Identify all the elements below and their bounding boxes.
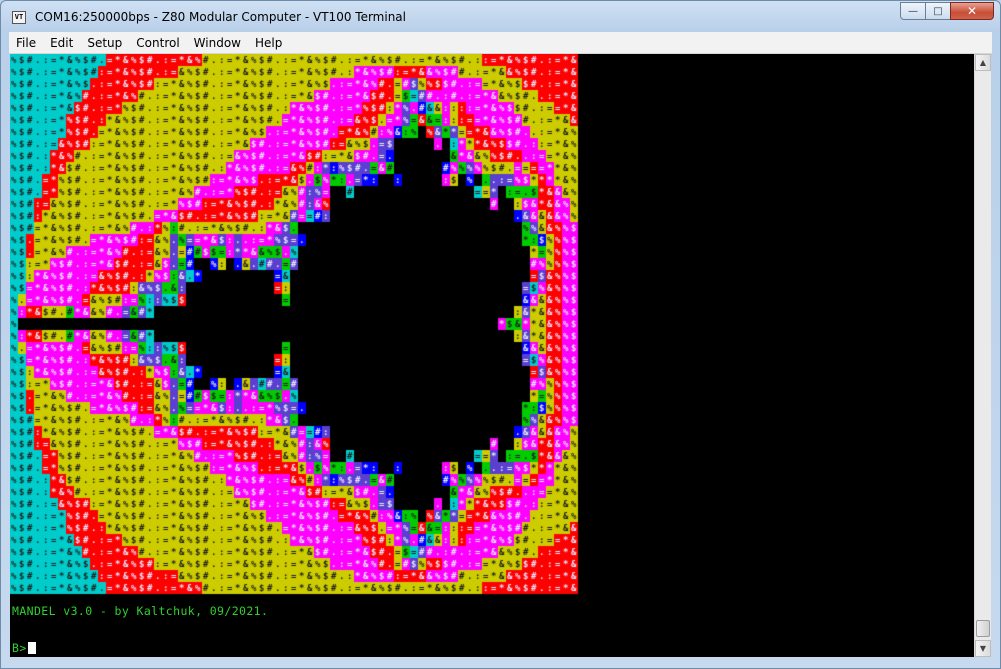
text-cursor bbox=[27, 642, 36, 654]
maximize-button[interactable]: □ bbox=[925, 2, 951, 20]
title-bar[interactable]: VT COM16:250000bps - Z80 Modular Compute… bbox=[1, 1, 1000, 33]
caption-buttons: — □ ✕ bbox=[900, 2, 994, 22]
window-bottom-frame bbox=[1, 657, 1000, 668]
mandelbrot-ascii-render bbox=[10, 54, 580, 595]
menu-help[interactable]: Help bbox=[248, 36, 289, 50]
menu-control[interactable]: Control bbox=[129, 36, 186, 50]
menu-window[interactable]: Window bbox=[187, 36, 248, 50]
vertical-scrollbar[interactable]: ▲ ▼ bbox=[974, 54, 991, 657]
menu-bar: File Edit Setup Control Window Help bbox=[9, 32, 992, 54]
menu-file[interactable]: File bbox=[9, 36, 43, 50]
close-button[interactable]: ✕ bbox=[950, 2, 994, 20]
command-prompt: B> bbox=[12, 641, 36, 655]
vt-app-icon[interactable]: VT bbox=[12, 11, 26, 24]
scroll-up-button[interactable]: ▲ bbox=[975, 54, 991, 71]
prompt-text: B> bbox=[12, 641, 27, 655]
minimize-button[interactable]: — bbox=[900, 2, 926, 20]
terminal-screen[interactable]: MANDEL v3.0 - by Kaltchuk, 09/2021. B> bbox=[10, 54, 974, 657]
menu-edit[interactable]: Edit bbox=[43, 36, 80, 50]
scroll-down-button[interactable]: ▼ bbox=[975, 640, 991, 657]
credit-line: MANDEL v3.0 - by Kaltchuk, 09/2021. bbox=[12, 604, 269, 618]
terminal-window: VT COM16:250000bps - Z80 Modular Compute… bbox=[0, 0, 1001, 669]
menu-setup[interactable]: Setup bbox=[80, 36, 129, 50]
window-title: COM16:250000bps - Z80 Modular Computer -… bbox=[35, 10, 406, 24]
scroll-thumb[interactable] bbox=[976, 620, 990, 637]
